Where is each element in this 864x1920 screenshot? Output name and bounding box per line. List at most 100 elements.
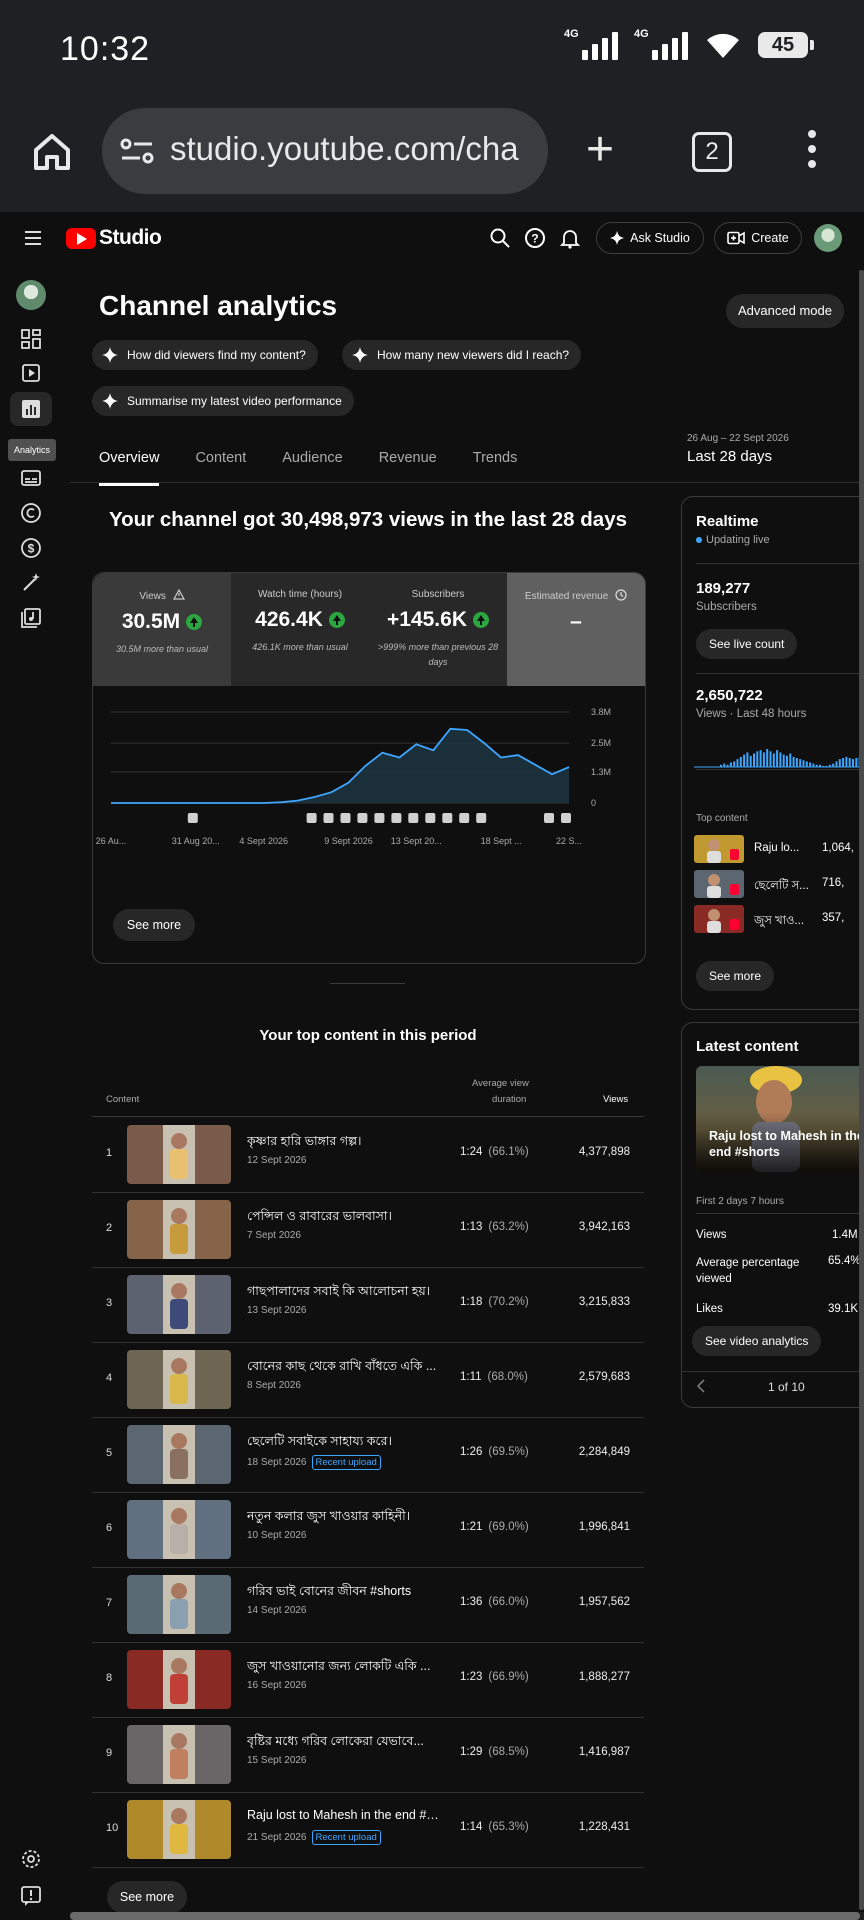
video-title[interactable]: গাছপালাদের সবাই কি আলোচনা হয়। [247, 1283, 442, 1303]
channel-avatar[interactable] [16, 280, 46, 310]
settings-gear-icon[interactable] [20, 1848, 42, 1870]
table-row[interactable]: 8 জুস খাওয়ানোর জন্য লোকটি একি ... 16 Sept… [92, 1642, 644, 1718]
trend-up-icon [328, 612, 345, 628]
video-thumbnail[interactable] [127, 1575, 231, 1634]
video-thumbnail[interactable] [127, 1275, 231, 1334]
chevron-left-icon[interactable] [696, 1379, 706, 1393]
video-thumbnail[interactable] [127, 1725, 231, 1784]
customization-wand-icon[interactable] [20, 572, 42, 594]
copyright-icon[interactable] [20, 502, 42, 524]
subtitles-icon[interactable] [20, 467, 42, 489]
table-row[interactable]: 2 পেন্সিল ও রাবারের ভালবাসা। 7 Sept 2026 1:… [92, 1192, 644, 1268]
realtime-panel: Realtime Updating live 189,277 Subscribe… [681, 496, 864, 1010]
sparkle-icon [102, 347, 118, 363]
metric-watch-time[interactable]: Watch time (hours) 426.4K 426.1K more th… [231, 573, 369, 686]
latest-content-title: Latest content [696, 1038, 799, 1055]
search-icon[interactable] [489, 227, 511, 249]
realtime-bar [772, 753, 775, 767]
table-row[interactable]: 7 গরিব ভাই বোনের জীবন #shorts 14 Sept 2026… [92, 1567, 644, 1643]
tab-content[interactable]: Content [195, 450, 246, 486]
advanced-mode-button[interactable]: Advanced mode [726, 294, 844, 328]
table-row[interactable]: 10 Raju lost to Mahesh in the end #s... 21… [92, 1792, 644, 1868]
see-video-analytics-button[interactable]: See video analytics [692, 1326, 822, 1356]
video-title[interactable]: পেন্সিল ও রাবারের ভালবাসা। [247, 1208, 442, 1228]
video-thumbnail[interactable] [127, 1350, 231, 1409]
earn-dollar-icon[interactable]: $ [20, 537, 42, 559]
metric-estimated-revenue[interactable]: Estimated revenue – [507, 573, 645, 686]
video-title[interactable]: জুস খাওয়ানোর জন্য লোকটি একি ... [247, 1658, 442, 1678]
account-avatar[interactable] [814, 224, 842, 252]
realtime-see-more-button[interactable]: See more [696, 961, 775, 991]
video-title[interactable]: নতুন কলার জুস খাওয়ার কাহিনী। [247, 1508, 442, 1528]
video-title[interactable]: ছেলেটি সবাইকে সাহায্য করে। [247, 1433, 442, 1453]
top-content-see-more-button[interactable]: See more [107, 1881, 187, 1913]
realtime-top-item[interactable]: Raju lo... 1,064, [694, 835, 864, 863]
address-bar[interactable]: studio.youtube.com/cha [102, 108, 548, 194]
video-thumbnail[interactable] [127, 1125, 231, 1184]
video-title[interactable]: বৃষ্টির মধ্যে গরিব লোকেরা যেভাবে... [247, 1733, 442, 1753]
ask-studio-button[interactable]: Ask Studio [596, 222, 704, 254]
video-thumbnail[interactable] [127, 1650, 231, 1709]
video-title[interactable]: কৃষ্ণার হারি ভাঙ্গার গল্প। [247, 1133, 442, 1153]
table-row[interactable]: 9 বৃষ্টির মধ্যে গরিব লোকেরা যেভাবে... 15 S… [92, 1717, 644, 1793]
realtime-bar [855, 758, 858, 767]
site-settings-icon[interactable] [120, 136, 154, 166]
video-date: 8 Sept 2026 [247, 1380, 301, 1391]
vertical-scrollbar[interactable] [859, 270, 864, 1910]
create-button[interactable]: Create [714, 222, 802, 254]
video-thumbnail[interactable] [127, 1425, 231, 1484]
studio-logo[interactable]: Studio [66, 226, 162, 250]
table-row[interactable]: 5 ছেলেটি সবাইকে সাহায্য করে। 18 Sept 2026 R… [92, 1417, 644, 1493]
help-icon[interactable]: ? [524, 227, 546, 249]
latest-video-thumbnail[interactable]: Raju lost to Mahesh in the end #shorts [696, 1066, 864, 1172]
thumbnail-image [163, 1125, 195, 1184]
views-area-chart[interactable]: 3.8M 2.5M 1.3M 0 26 Au... 31 Aug 20... 4 Sept … [93, 686, 645, 926]
tab-revenue[interactable]: Revenue [379, 450, 437, 486]
recent-upload-badge: Recent upload [311, 1830, 381, 1845]
notifications-bell-icon[interactable] [559, 227, 581, 249]
realtime-bar [852, 759, 854, 767]
metric-views[interactable]: Views 30.5M 30.5M more than usual [93, 573, 231, 686]
realtime-views-bar-chart[interactable] [694, 729, 864, 769]
video-date: 13 Sept 2026 [247, 1305, 307, 1316]
suggestion-chip-3[interactable]: Summarise my latest video performance [92, 386, 354, 416]
tab-overview[interactable]: Overview [99, 450, 160, 486]
video-title[interactable]: বোনের কাছ থেকে রাখি বাঁধতে একি ... [247, 1358, 442, 1378]
horizontal-scrollbar[interactable] [70, 1912, 864, 1920]
col-avd-header-2[interactable]: duration [492, 1094, 526, 1105]
col-avd-header-1[interactable]: Average view [472, 1078, 529, 1089]
tab-switcher-button[interactable]: 2 [692, 132, 732, 172]
video-title[interactable]: গরিব ভাই বোনের জীবন #shorts [247, 1583, 442, 1603]
table-row[interactable]: 4 বোনের কাছ থেকে রাখি বাঁধতে একি ... 8 Sep… [92, 1342, 644, 1418]
feedback-icon[interactable] [20, 1885, 42, 1907]
analytics-icon[interactable] [20, 398, 42, 420]
audio-library-icon[interactable] [20, 607, 42, 629]
realtime-top-item[interactable]: জুস খাও... 357, [694, 905, 864, 933]
video-title[interactable]: Raju lost to Mahesh in the end #s... [247, 1808, 442, 1822]
content-icon[interactable] [20, 362, 42, 384]
date-range-dates[interactable]: 26 Aug – 22 Sept 2026 [687, 433, 789, 444]
tab-trends[interactable]: Trends [473, 450, 518, 486]
col-views-header[interactable]: Views [603, 1094, 628, 1105]
date-range-selector[interactable]: Last 28 days [687, 448, 772, 465]
see-live-count-button[interactable]: See live count [696, 629, 798, 659]
chart-see-more-button[interactable]: See more [113, 909, 195, 941]
home-icon[interactable] [30, 130, 74, 174]
table-row[interactable]: 3 গাছপালাদের সবাই কি আলোচনা হয়। 13 Sept 2… [92, 1267, 644, 1343]
video-thumbnail[interactable] [127, 1800, 231, 1859]
table-row[interactable]: 6 নতুন কলার জুস খাওয়ার কাহিনী। 10 Sept 20… [92, 1492, 644, 1568]
menu-icon[interactable] [25, 231, 41, 249]
y-tick-label: 0 [591, 798, 596, 808]
browser-menu-icon[interactable] [808, 130, 816, 175]
table-row[interactable]: 1 কৃষ্ণার হারি ভাঙ্গার গল্প। 12 Sept 2026 1… [92, 1117, 644, 1193]
suggestion-chip-1[interactable]: How did viewers find my content? [92, 340, 318, 370]
video-thumbnail[interactable] [127, 1500, 231, 1559]
video-thumbnail[interactable] [127, 1200, 231, 1259]
realtime-top-item[interactable]: ছেলেটি স... 716, [694, 870, 864, 898]
video-views: 1,996,841 [578, 1521, 630, 1533]
suggestion-chip-2[interactable]: How many new viewers did I reach? [342, 340, 582, 370]
dashboard-icon[interactable] [20, 328, 42, 350]
metric-subscribers[interactable]: Subscribers +145.6K >999% more than prev… [369, 573, 507, 686]
tab-audience[interactable]: Audience [282, 450, 342, 486]
new-tab-icon[interactable]: + [586, 126, 614, 174]
